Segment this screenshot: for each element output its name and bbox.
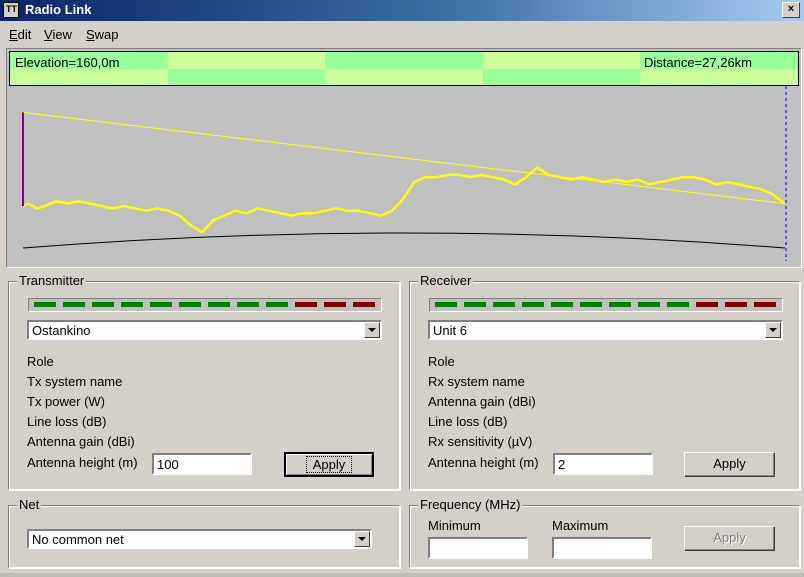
rx-label-system-name: Rx system name	[428, 374, 525, 389]
net-group: Net No common net	[8, 497, 400, 568]
frequency-apply-button[interactable]: Apply	[684, 526, 775, 551]
tx-antenna-height-input[interactable]: 100	[152, 453, 252, 475]
led-green	[493, 302, 515, 307]
rx-label-role: Role	[428, 354, 455, 369]
chevron-down-icon[interactable]	[354, 531, 370, 547]
led-green	[150, 302, 172, 307]
rx-label-sensitivity: Rx sensitivity (µV)	[428, 434, 533, 449]
led-green	[34, 302, 56, 307]
led-green	[522, 302, 544, 307]
led-red	[353, 302, 375, 307]
frequency-max-input[interactable]	[552, 537, 652, 559]
distance-readout: Distance=27,26km	[643, 55, 752, 70]
app-icon[interactable]: TT	[3, 2, 19, 18]
frequency-max-label: Maximum	[552, 518, 609, 533]
tx-apply-button[interactable]: Apply	[284, 452, 374, 477]
frequency-group: Frequency (MHz) Minimum Maximum Apply	[409, 497, 800, 568]
receiver-site-select[interactable]: Unit 6	[428, 320, 783, 340]
chevron-down-icon[interactable]	[364, 322, 380, 338]
led-green	[551, 302, 573, 307]
receiver-legend: Receiver	[418, 273, 474, 288]
menu-view[interactable]: View	[44, 27, 72, 42]
led-red	[324, 302, 346, 307]
rx-apply-button[interactable]: Apply	[684, 452, 775, 477]
transmitter-legend: Transmitter	[17, 273, 87, 288]
transmitter-level-meter	[28, 298, 382, 312]
rx-antenna-height-input[interactable]: 2	[553, 453, 653, 475]
led-green	[237, 302, 259, 307]
net-legend: Net	[17, 497, 42, 512]
close-button[interactable]: ×	[782, 2, 800, 18]
led-red	[295, 302, 317, 307]
close-icon: ×	[787, 3, 795, 15]
led-red	[754, 302, 776, 307]
led-green	[179, 302, 201, 307]
transmitter-group: Transmitter Ostankino Role Tx system nam…	[8, 273, 400, 490]
rx-label-antenna-gain: Antenna gain (dBi)	[428, 394, 536, 409]
led-green	[92, 302, 114, 307]
led-red	[725, 302, 747, 307]
taskbar-edge	[0, 573, 804, 577]
menu-swap[interactable]: Swap	[86, 27, 119, 42]
strip-row-bottom	[10, 68, 798, 85]
led-red	[696, 302, 718, 307]
led-green	[580, 302, 602, 307]
frequency-legend: Frequency (MHz)	[418, 497, 523, 512]
rx-antenna-height-label: Antenna height (m)	[428, 455, 539, 470]
window-title: Radio Link	[25, 2, 92, 17]
led-green	[667, 302, 689, 307]
transmitter-site-select[interactable]: Ostankino	[27, 320, 382, 340]
tx-label-power: Tx power (W)	[27, 394, 105, 409]
receiver-site-value: Unit 6	[433, 323, 467, 338]
led-green	[464, 302, 486, 307]
info-strip: Elevation=160,0m Distance=27,26km	[9, 51, 799, 86]
led-green	[121, 302, 143, 307]
tx-label-antenna-gain: Antenna gain (dBi)	[27, 434, 135, 449]
elevation-readout: Elevation=160,0m	[15, 55, 120, 70]
tx-label-line-loss: Line loss (dB)	[27, 414, 107, 429]
receiver-group: Receiver Unit 6 Role Rx system name Ante…	[409, 273, 800, 490]
chart-background	[7, 86, 801, 266]
menu-edit[interactable]: Edit	[9, 27, 31, 42]
led-green	[435, 302, 457, 307]
rx-label-line-loss: Line loss (dB)	[428, 414, 508, 429]
net-select-value: No common net	[32, 532, 124, 547]
led-green	[208, 302, 230, 307]
tx-label-role: Role	[27, 354, 54, 369]
terrain-profile-chart[interactable]	[7, 86, 801, 266]
frequency-min-label: Minimum	[428, 518, 481, 533]
led-green	[266, 302, 288, 307]
tx-antenna-height-label: Antenna height (m)	[27, 455, 138, 470]
led-green	[609, 302, 631, 307]
tx-label-system-name: Tx system name	[27, 374, 123, 389]
transmitter-site-value: Ostankino	[32, 323, 91, 338]
chevron-down-icon[interactable]	[765, 322, 781, 338]
profile-panel: Elevation=160,0m Distance=27,26km	[6, 48, 802, 268]
net-select[interactable]: No common net	[27, 529, 372, 549]
receiver-level-meter	[429, 298, 783, 312]
led-green	[638, 302, 660, 307]
app-icon-text: TT	[6, 4, 17, 14]
menu-bar: Edit View Swap	[0, 23, 804, 45]
led-green	[63, 302, 85, 307]
title-bar: TT Radio Link ×	[0, 0, 804, 21]
frequency-min-input[interactable]	[428, 537, 528, 559]
